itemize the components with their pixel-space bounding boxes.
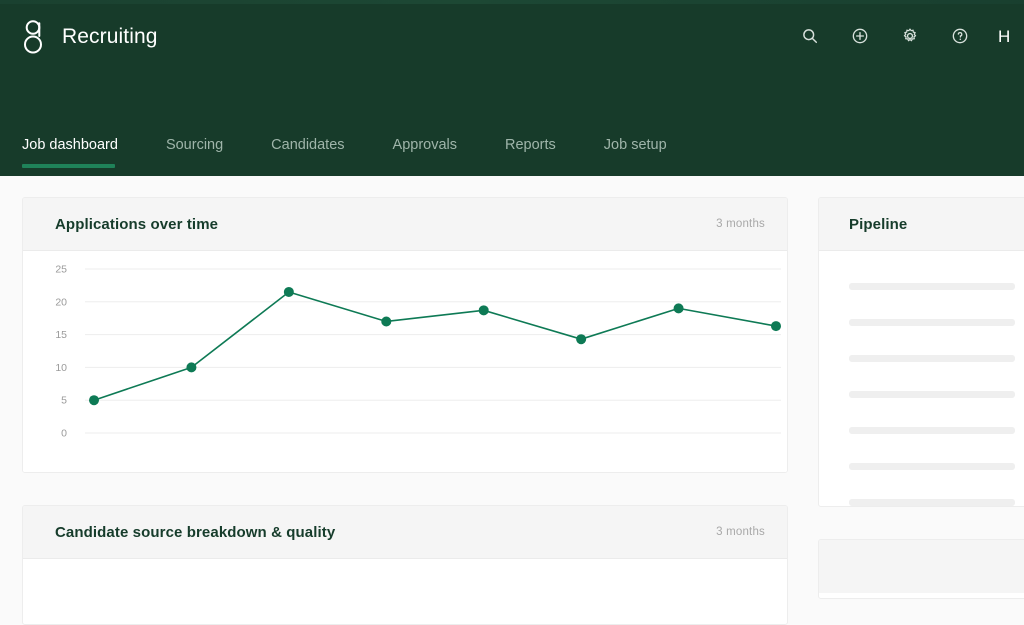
y-axis-tick-label: 10 — [55, 362, 67, 374]
tab-label: Reports — [505, 137, 556, 153]
card-header: Pipeline — [819, 198, 1024, 251]
app-header: Recruiting H Job dashboard Sourcing Cand… — [0, 0, 1024, 176]
y-axis-tick-label: 5 — [61, 395, 67, 407]
card-applications-over-time: Applications over time 3 months 25 20 15 10… — [22, 197, 788, 473]
date-range-selector[interactable]: 3 months — [716, 526, 765, 538]
y-axis-tick-label: 0 — [61, 428, 67, 440]
pipeline-loading-skeleton — [819, 251, 1024, 506]
skeleton-row — [849, 499, 1015, 506]
active-tab-indicator — [22, 164, 115, 168]
card-secondary-panel — [818, 539, 1024, 599]
data-point[interactable] — [283, 286, 294, 297]
help-circle-icon[interactable] — [948, 24, 972, 48]
header-actions: H — [798, 24, 1024, 48]
gear-icon[interactable] — [898, 24, 922, 48]
data-point[interactable] — [478, 305, 489, 316]
data-point[interactable] — [576, 334, 587, 345]
data-point[interactable] — [771, 321, 781, 332]
card-header — [819, 540, 1024, 593]
card-title: Pipeline — [849, 215, 908, 233]
brand[interactable]: Recruiting — [20, 16, 158, 56]
applications-line-chart[interactable]: 25 20 15 10 5 0 — [23, 251, 787, 472]
data-point[interactable] — [89, 395, 99, 406]
card-candidate-source-breakdown: Candidate source breakdown & quality 3 m… — [22, 505, 788, 625]
figure-g-logo-icon — [20, 16, 46, 56]
y-axis-tick-label: 25 — [55, 264, 67, 276]
skeleton-row — [849, 355, 1015, 362]
card-title: Applications over time — [55, 215, 219, 233]
y-axis-tick-label: 15 — [55, 329, 67, 341]
skeleton-row — [849, 427, 1015, 434]
primary-tabs: Job dashboard Sourcing Candidates Approv… — [0, 128, 1024, 176]
card-header: Applications over time 3 months — [23, 198, 787, 251]
tab-label: Job setup — [603, 137, 667, 153]
date-range-selector[interactable]: 3 months — [716, 218, 765, 230]
tab-job-dashboard[interactable]: Job dashboard — [22, 128, 136, 176]
data-point[interactable] — [381, 316, 392, 327]
card-title: Candidate source breakdown & quality — [55, 523, 336, 541]
y-axis-tick-label: 20 — [55, 296, 67, 308]
search-icon[interactable] — [798, 24, 822, 48]
avatar[interactable]: H — [998, 28, 1016, 45]
tab-reports[interactable]: Reports — [505, 128, 574, 176]
data-point[interactable] — [673, 303, 684, 314]
tab-label: Candidates — [271, 137, 345, 153]
tab-sourcing[interactable]: Sourcing — [166, 128, 241, 176]
card-pipeline: Pipeline — [818, 197, 1024, 507]
skeleton-row — [849, 283, 1015, 290]
tab-label: Job dashboard — [22, 137, 118, 153]
tab-label: Approvals — [392, 137, 458, 153]
skeleton-row — [849, 463, 1015, 470]
skeleton-row — [849, 391, 1015, 398]
card-header: Candidate source breakdown & quality 3 m… — [23, 506, 787, 559]
skeleton-row — [849, 319, 1015, 326]
header-top-accent-band — [0, 0, 1024, 4]
tab-label: Sourcing — [165, 137, 224, 153]
tab-candidates[interactable]: Candidates — [271, 128, 362, 176]
app-title: Recruiting — [62, 24, 158, 48]
dashboard-content: Applications over time 3 months 25 20 15 10… — [0, 176, 1024, 625]
add-circle-icon[interactable] — [848, 24, 872, 48]
tab-approvals[interactable]: Approvals — [393, 128, 475, 176]
data-point[interactable] — [186, 362, 197, 373]
tab-job-setup[interactable]: Job setup — [604, 128, 685, 176]
